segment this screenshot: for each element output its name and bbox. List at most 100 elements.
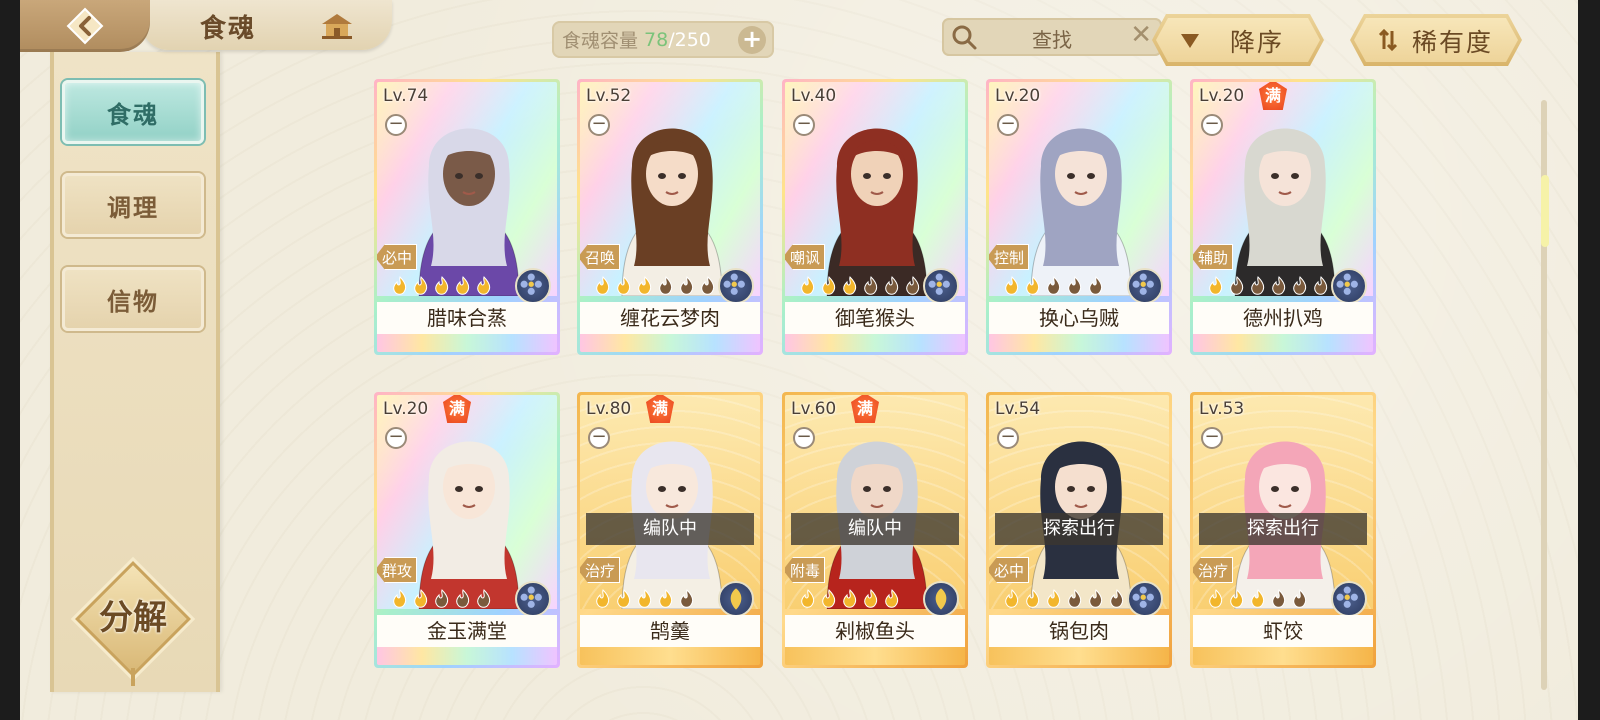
character-name: 锅包肉 (989, 615, 1169, 647)
flame-icon (1047, 589, 1061, 608)
character-card[interactable]: 编队中 Lv.60 满 − 附毒 剁椒鱼头 (782, 392, 968, 668)
title-tab (142, 0, 392, 50)
level-label: Lv.40 (791, 86, 837, 106)
decompose-label: 分解 (99, 598, 167, 638)
character-name: 腊味合蒸 (377, 302, 557, 334)
flame-icon (680, 589, 694, 608)
character-card[interactable]: Lv.74 − 必中 腊味合蒸 (374, 79, 560, 355)
back-button[interactable] (20, 0, 150, 52)
card-foot (1193, 334, 1373, 352)
character-card[interactable]: 编队中 Lv.80 满 − 治疗 鹄羹 (577, 392, 763, 668)
character-card[interactable]: Lv.40 − 嘲讽 御笔猴头 (782, 79, 968, 355)
flame-icon (680, 276, 694, 295)
close-icon[interactable]: ✕ (1130, 20, 1152, 50)
capacity-current: 78 (644, 28, 669, 51)
character-card[interactable]: 探索出行 Lv.54 − 必中 锅包肉 (986, 392, 1172, 668)
role-tag: 治疗 (580, 557, 621, 583)
level-label: Lv.80 (586, 399, 632, 419)
minus-icon: − (385, 114, 407, 136)
level-label: Lv.54 (995, 399, 1041, 419)
flame-icon (864, 589, 878, 608)
flame-icon (1026, 589, 1040, 608)
element-icon (515, 581, 551, 617)
flame-icon (1047, 276, 1061, 295)
flame-icon (885, 589, 899, 608)
role-tag: 必中 (377, 244, 418, 270)
character-card[interactable]: Lv.20 满 − 群攻 金玉满堂 (374, 392, 560, 668)
role-tag: 必中 (989, 557, 1030, 583)
search-box[interactable]: 查找 ✕ (942, 18, 1162, 56)
flame-icon (1089, 589, 1103, 608)
flame-icon (414, 276, 428, 295)
flame-icon (1230, 276, 1244, 295)
full-badge: 满 (443, 395, 471, 423)
flame-icon (1005, 276, 1019, 295)
flame-icon (456, 276, 470, 295)
card-art: Lv.20 满 − 辅助 (1193, 82, 1373, 304)
flame-icon (435, 589, 449, 608)
status-banner: 探索出行 (995, 513, 1163, 545)
element-icon (1331, 581, 1367, 617)
star-flames (1207, 589, 1309, 613)
character-card[interactable]: Lv.20 满 − 辅助 德州扒鸡 (1190, 79, 1376, 355)
flame-icon (477, 589, 491, 608)
flame-icon (1314, 276, 1328, 295)
scrollbar-thumb[interactable] (1541, 175, 1549, 247)
nav-tab-xinwu[interactable]: 信物 (62, 267, 204, 331)
flame-icon (1272, 276, 1286, 295)
search-icon (952, 25, 977, 50)
character-name: 换心乌贼 (989, 302, 1169, 334)
card-art: 编队中 Lv.80 满 − 治疗 (580, 395, 760, 617)
card-art: Lv.40 − 嘲讽 (785, 82, 965, 304)
flame-icon (596, 589, 610, 608)
sort-arrows-icon (1376, 28, 1400, 52)
capacity-max: 250 (674, 28, 711, 51)
flame-icon (843, 589, 857, 608)
star-flames (1003, 589, 1126, 613)
minus-icon: − (793, 427, 815, 449)
card-inner: Lv.74 − 必中 腊味合蒸 (377, 82, 557, 352)
page-title: 食魂 (200, 14, 257, 44)
flame-icon (638, 276, 652, 295)
element-icon (923, 581, 959, 617)
flame-icon (393, 276, 407, 295)
character-name: 德州扒鸡 (1193, 302, 1373, 334)
star-flames (1207, 276, 1330, 300)
role-tag: 控制 (989, 244, 1030, 270)
character-name: 虾饺 (1193, 615, 1373, 647)
game-viewport: 食魂 调理 信物 分解 食魂 食魂容量 78 / 250 + 查找 ✕ 降序 稀… (20, 0, 1578, 720)
plus-icon[interactable]: + (738, 26, 766, 54)
nav-tab-label: 食魂 (107, 99, 159, 129)
element-icon (1331, 268, 1367, 304)
nav-tab-tiaoli[interactable]: 调理 (62, 173, 204, 237)
star-flames (799, 589, 901, 613)
house-icon[interactable] (320, 12, 354, 40)
character-card[interactable]: Lv.20 − 控制 换心乌贼 (986, 79, 1172, 355)
flame-icon (906, 276, 920, 295)
card-foot (1193, 647, 1373, 665)
sort-order-button[interactable]: 降序 (1152, 14, 1324, 66)
level-label: Lv.20 (1199, 86, 1245, 106)
search-placeholder: 查找 (1032, 28, 1072, 52)
character-card[interactable]: 探索出行 Lv.53 − 治疗 虾饺 (1190, 392, 1376, 668)
character-card[interactable]: Lv.52 − 召唤 缠花云梦肉 (577, 79, 763, 355)
element-icon (1127, 581, 1163, 617)
character-name: 鹄羹 (580, 615, 760, 647)
card-foot (377, 647, 557, 665)
level-label: Lv.74 (383, 86, 429, 106)
element-icon (515, 268, 551, 304)
character-name: 金玉满堂 (377, 615, 557, 647)
nav-tab-shihun[interactable]: 食魂 (62, 80, 204, 144)
card-inner: 探索出行 Lv.53 − 治疗 虾饺 (1193, 395, 1373, 665)
decompose-button[interactable]: 分解 (75, 561, 191, 686)
sort-key-label: 稀有度 (1412, 28, 1494, 57)
level-label: Lv.20 (995, 86, 1041, 106)
sort-key-button[interactable]: 稀有度 (1350, 14, 1522, 66)
full-badge: 满 (646, 395, 674, 423)
card-inner: Lv.20 − 控制 换心乌贼 (989, 82, 1169, 352)
flame-icon (864, 276, 878, 295)
flame-icon (638, 589, 652, 608)
card-art: Lv.20 满 − 群攻 (377, 395, 557, 617)
card-art: 编队中 Lv.60 满 − 附毒 (785, 395, 965, 617)
character-name: 御笔猴头 (785, 302, 965, 334)
